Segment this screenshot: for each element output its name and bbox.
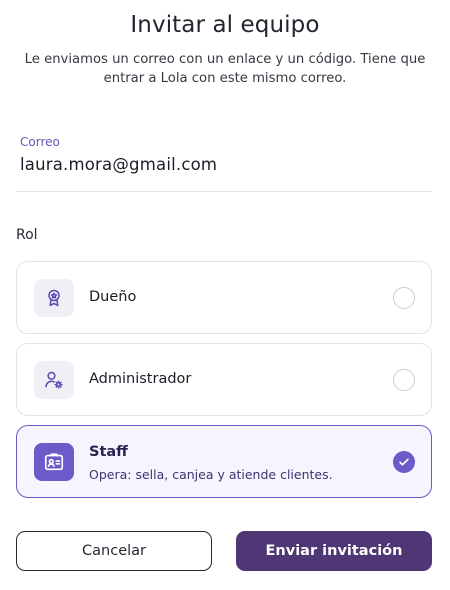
id-card-icon [34,443,74,481]
email-field[interactable] [20,155,430,174]
role-option-admin[interactable]: Administrador [16,343,432,416]
email-field-underline [16,191,432,192]
send-invitation-button[interactable]: Enviar invitación [236,531,432,571]
role-option-staff[interactable]: Staff Opera: sella, canjea y atiende cli… [16,425,432,498]
award-badge-icon [34,279,74,317]
user-settings-icon [34,361,74,399]
role-name-staff: Staff [89,444,128,460]
role-name-owner: Dueño [89,289,137,305]
dialog-subtitle: Le enviamos un correo con un enlace y un… [24,52,426,86]
role-option-owner[interactable]: Dueño [16,261,432,334]
role-name-admin: Administrador [89,371,192,387]
role-section-label: Rol [16,227,38,243]
checkmark-icon [399,458,409,466]
role-radio-owner[interactable] [393,287,415,309]
cancel-button[interactable]: Cancelar [16,531,212,571]
role-radio-staff[interactable] [393,451,415,473]
email-label: Correo [20,135,60,149]
role-radio-admin[interactable] [393,369,415,391]
role-description-staff: Opera: sella, canjea y atiende clientes. [89,467,333,482]
dialog-title: Invitar al equipo [130,12,320,38]
